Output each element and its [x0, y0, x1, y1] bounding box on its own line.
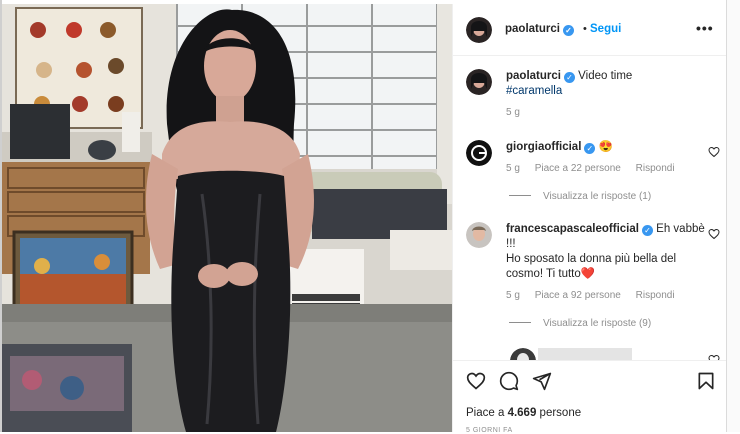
commenter-username[interactable]: francescapascaleofficial — [506, 223, 639, 235]
comment-time: 5 g — [506, 290, 520, 301]
reply-button[interactable]: Rispondi — [636, 163, 675, 174]
post-date: 5 GIORNI FA — [466, 427, 513, 434]
replies-line — [509, 195, 531, 196]
post-actions: Piace a 4.669 persone 5 GIORNI FA — [453, 360, 727, 434]
page-scroll-edge — [726, 0, 740, 432]
share-icon[interactable] — [532, 371, 552, 391]
comment-heart-icon[interactable] — [708, 146, 720, 158]
view-replies-button[interactable]: Visualizza le risposte (1) — [509, 191, 651, 202]
commenter-username[interactable]: giorgiaofficial — [506, 141, 581, 153]
caption-text: Video time — [578, 70, 633, 82]
view-replies-button[interactable]: Visualizza le risposte (9) — [509, 318, 651, 329]
instagram-post-window: paolaturci ✓ • Segui ••• paolaturci ✓ Vide… — [0, 0, 740, 434]
author-avatar[interactable] — [466, 17, 492, 43]
more-icon[interactable]: ••• — [696, 20, 714, 36]
comment-icon[interactable] — [499, 371, 519, 391]
bookmark-icon[interactable] — [696, 371, 716, 391]
author-username[interactable]: paolaturci ✓ — [505, 23, 574, 36]
heart-icon[interactable] — [466, 371, 486, 391]
comment-time: 5 g — [506, 163, 520, 174]
photo-illustration — [2, 4, 452, 432]
verified-icon: ✓ — [562, 25, 574, 36]
likes-count[interactable]: Piace a 4.669 persone — [466, 407, 581, 419]
redacted-username — [538, 348, 632, 360]
view-replies-label: Visualizza le risposte (9) — [543, 318, 652, 329]
caption-time: 5 g — [506, 107, 520, 118]
post-header: paolaturci ✓ • Segui ••• — [453, 4, 727, 56]
caption-username[interactable]: paolaturci — [506, 70, 561, 82]
commenter-avatar[interactable] — [510, 348, 536, 360]
replies-line — [509, 322, 531, 323]
verified-icon: ✓ — [641, 225, 653, 236]
post-side-panel: paolaturci ✓ • Segui ••• paolaturci ✓ Vide… — [452, 4, 727, 434]
commenter-avatar[interactable] — [466, 140, 492, 166]
view-replies-label: Visualizza le risposte (1) — [543, 191, 652, 202]
reply-button[interactable]: Rispondi — [636, 290, 675, 301]
verified-icon: ✓ — [584, 143, 596, 154]
follow-button[interactable]: Segui — [590, 23, 621, 35]
header-separator: • — [583, 23, 587, 35]
comment-heart-icon[interactable] — [708, 228, 720, 240]
comment-text: 😍 — [598, 141, 613, 153]
caption-avatar[interactable] — [466, 69, 492, 95]
likes-number: 4.669 — [507, 407, 537, 419]
likes-suffix: persone — [539, 407, 582, 419]
red-heart-emoji: ❤️ — [580, 268, 596, 280]
comment-likes[interactable]: Piace a 92 persone — [535, 290, 621, 301]
comment-likes[interactable]: Piace a 22 persone — [535, 163, 621, 174]
commenter-avatar[interactable] — [466, 222, 492, 248]
verified-icon: ✓ — [563, 72, 575, 83]
caption-hashtag[interactable]: #caramella — [506, 84, 716, 99]
post-photo[interactable] — [2, 4, 452, 432]
comments-list[interactable]: paolaturci ✓ Video time #caramella 5 g gi… — [453, 56, 727, 360]
likes-prefix: Piace a — [466, 407, 505, 419]
